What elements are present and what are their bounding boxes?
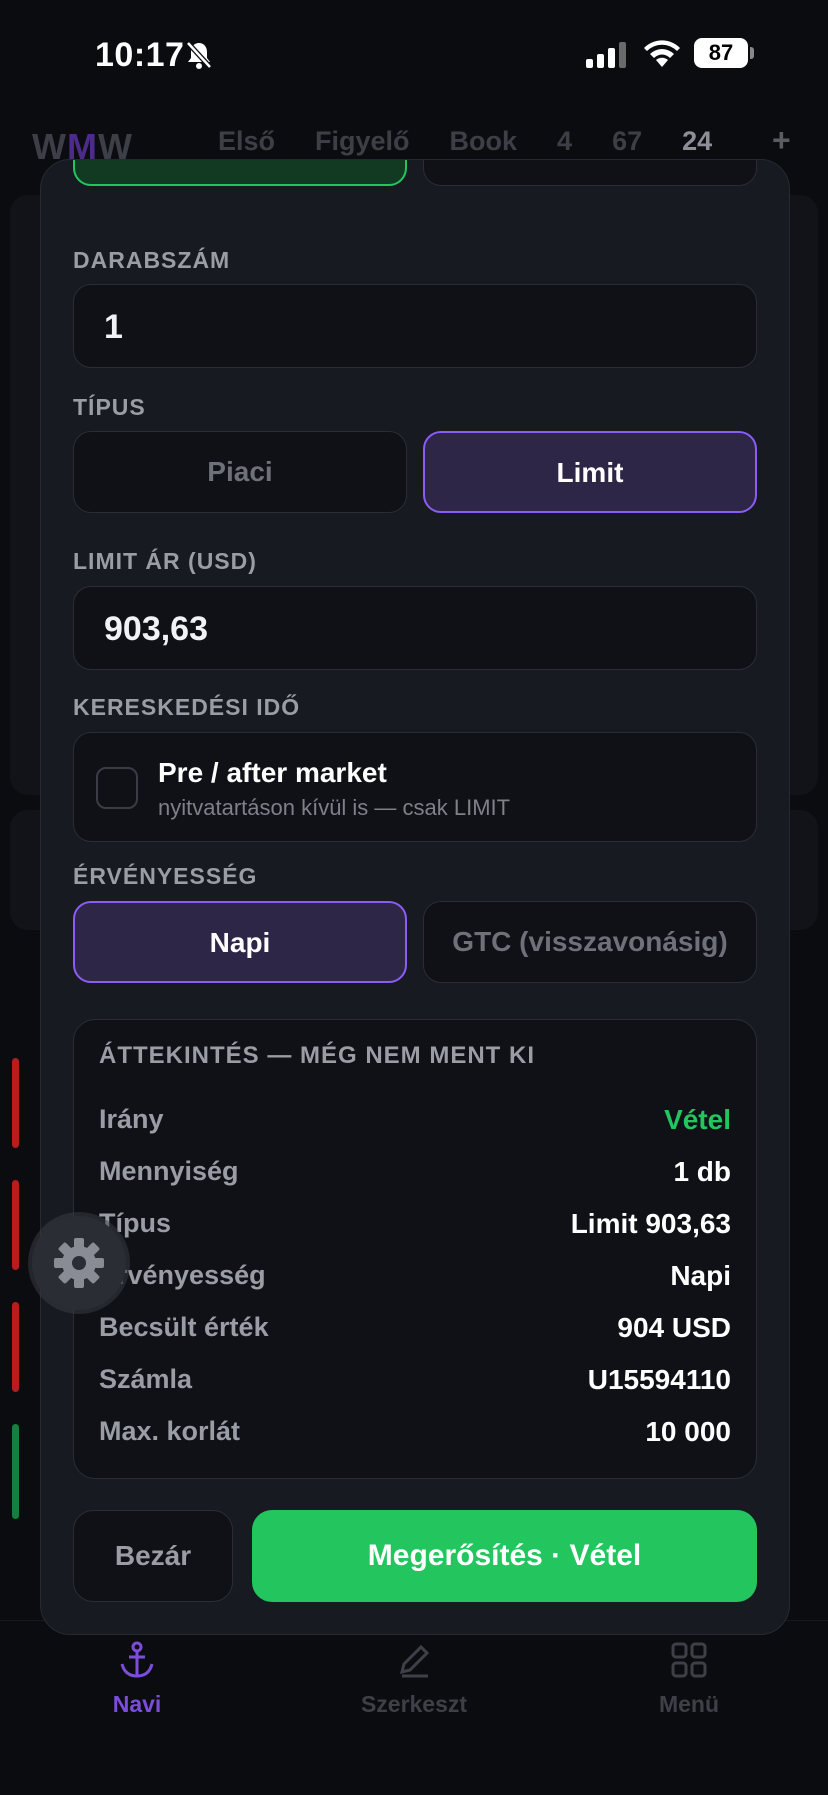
validity-label: ÉRVÉNYESSÉG <box>73 863 258 889</box>
summary-value: 10 000 <box>645 1416 731 1447</box>
summary-value: 904 USD <box>617 1312 731 1343</box>
tab-elso[interactable]: Első <box>218 126 275 157</box>
summary-value: Napi <box>670 1260 731 1291</box>
summary-value: Limit 903,63 <box>570 1208 731 1239</box>
anchor-icon <box>120 1641 154 1678</box>
extended-hours-checkbox[interactable] <box>96 767 138 809</box>
nav-item-navi[interactable]: Navi <box>57 1640 217 1718</box>
sell-side-button[interactable] <box>423 160 757 186</box>
validity-gtc-button[interactable]: GTC (visszavonásig) <box>423 901 757 983</box>
status-bar: 10:17 87 <box>0 0 828 110</box>
nav-label: Szerkeszt <box>360 1691 468 1717</box>
quantity-label: DARABSZÁM <box>73 247 231 273</box>
add-tab-button[interactable]: + <box>772 122 791 159</box>
tab-4[interactable]: 4 <box>557 126 572 157</box>
nav-label: Navi <box>112 1691 162 1717</box>
trading-time-label: KERESKEDÉSI IDŐ <box>73 694 301 720</box>
summary-key: Mennyiség <box>99 1156 239 1186</box>
summary-row: Becsült érték 904 USD <box>99 1312 731 1352</box>
background-bar <box>12 1424 19 1519</box>
summary-row: Típus Limit 903,63 <box>99 1208 731 1248</box>
summary-value: U15594110 <box>587 1364 731 1395</box>
order-type-label: TÍPUS <box>73 394 146 420</box>
summary-key: Max. korlát <box>99 1416 241 1446</box>
limit-price-value: 903,63 <box>104 610 208 648</box>
tab-67[interactable]: 67 <box>612 126 642 157</box>
grid-icon <box>671 1642 707 1678</box>
settings-fab[interactable] <box>32 1216 126 1310</box>
pen-icon <box>399 1644 430 1678</box>
bell-muted-icon <box>186 41 212 69</box>
order-summary: ÁTTEKINTÉS — MÉG NEM MENT KI Irány Vétel… <box>73 1019 757 1479</box>
type-market-button[interactable]: Piaci <box>73 431 407 513</box>
extended-hours-title: Pre / after market <box>158 757 387 788</box>
summary-row: Mennyiség 1 db <box>99 1156 731 1196</box>
quantity-input[interactable]: 1 <box>73 284 757 368</box>
cellular-signal-icon <box>586 42 626 68</box>
summary-row: Érvényesség Napi <box>99 1260 731 1300</box>
extended-hours-subtitle: nyitvatartáson kívül is — csak LIMIT <box>158 795 511 820</box>
summary-row: Max. korlát 10 000 <box>99 1416 731 1456</box>
limit-price-input[interactable]: 903,63 <box>73 586 757 670</box>
tab-figyelo[interactable]: Figyelő <box>315 126 410 157</box>
close-button[interactable]: Bezár <box>73 1510 233 1602</box>
tab-book[interactable]: Book <box>450 126 518 157</box>
summary-value: Vétel <box>664 1104 731 1135</box>
gear-icon <box>54 1238 104 1288</box>
battery-indicator: 87 <box>694 38 748 68</box>
buy-side-button[interactable] <box>73 160 407 186</box>
watchlist-tabs: Első Figyelő Book 4 67 24 <box>218 126 752 157</box>
nav-item-szerkeszt[interactable]: Szerkeszt <box>334 1640 494 1718</box>
type-limit-button[interactable]: Limit <box>423 431 757 513</box>
tab-24[interactable]: 24 <box>682 126 712 157</box>
summary-key: Becsült érték <box>99 1312 269 1342</box>
summary-key: Irány <box>99 1104 164 1134</box>
summary-key: Számla <box>99 1364 193 1394</box>
summary-value: 1 db <box>673 1156 731 1187</box>
quantity-value: 1 <box>104 308 123 346</box>
battery-tip <box>750 47 754 59</box>
summary-row: Irány Vétel <box>99 1104 731 1144</box>
limit-price-label: LIMIT ÁR (USD) <box>73 548 257 574</box>
confirm-buy-button[interactable]: Megerősítés · Vétel <box>252 1510 757 1602</box>
background-bar <box>12 1302 19 1392</box>
validity-day-button[interactable]: Napi <box>73 901 407 983</box>
order-sheet: DARABSZÁM 1 TÍPUS Piaci Limit LIMIT ÁR (… <box>40 159 790 1635</box>
background-bar <box>12 1180 19 1270</box>
status-time: 10:17 <box>95 36 185 74</box>
extended-hours-toggle[interactable]: Pre / after market nyitvatartáson kívül … <box>73 732 757 842</box>
nav-item-menu[interactable]: Menü <box>609 1640 769 1718</box>
wifi-icon <box>644 40 680 67</box>
nav-label: Menü <box>658 1691 720 1717</box>
summary-title: ÁTTEKINTÉS — MÉG NEM MENT KI <box>99 1042 535 1069</box>
background-bar <box>12 1058 19 1148</box>
summary-row: Számla U15594110 <box>99 1364 731 1404</box>
